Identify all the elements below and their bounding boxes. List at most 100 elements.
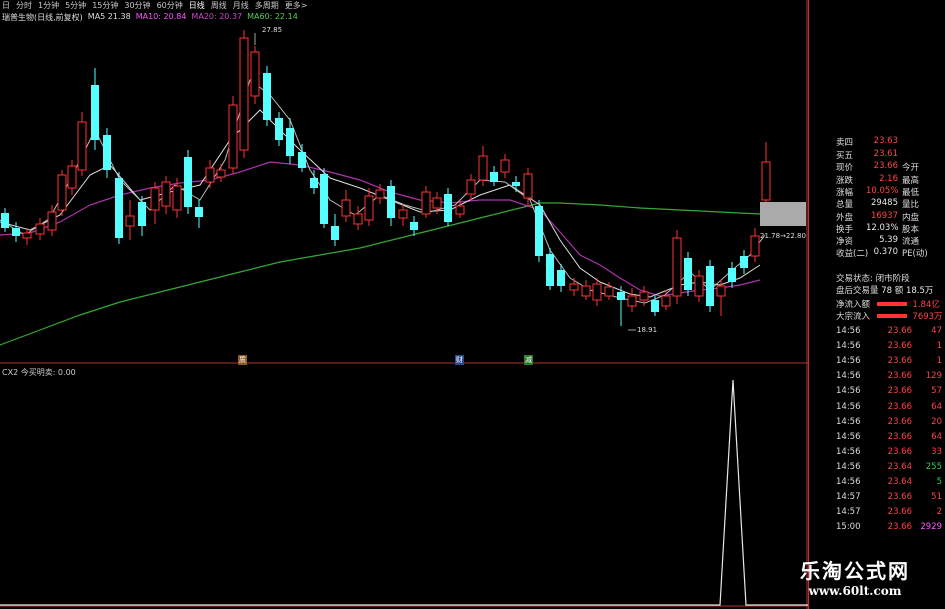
candle[interactable] bbox=[57, 174, 67, 211]
candle[interactable] bbox=[512, 182, 520, 186]
event-mark-finance[interactable]: 财 bbox=[455, 355, 464, 365]
period-tab-5[interactable]: 30分钟 bbox=[124, 0, 150, 11]
candles bbox=[1, 30, 771, 326]
tick-row: 14:56 23.66 1 bbox=[836, 341, 945, 354]
period-tab-2[interactable]: 1分钟 bbox=[38, 0, 59, 11]
candle[interactable] bbox=[444, 194, 452, 222]
ma20-value: MA20: 20.37 bbox=[191, 12, 243, 21]
candle[interactable] bbox=[557, 270, 565, 286]
candle[interactable] bbox=[205, 167, 215, 183]
tick-row: 14:57 23.66 51 bbox=[836, 492, 945, 505]
quote-label-2: 量比 bbox=[902, 200, 920, 211]
period-tab-10[interactable]: 多周期 bbox=[255, 0, 279, 11]
candle[interactable] bbox=[684, 258, 692, 290]
candle[interactable] bbox=[250, 51, 260, 97]
event-mark-reduce[interactable]: 减 bbox=[524, 355, 533, 365]
candle[interactable] bbox=[592, 283, 602, 301]
watermark-url: www.60lt.com bbox=[808, 584, 902, 598]
candle[interactable] bbox=[331, 226, 339, 240]
candle[interactable] bbox=[125, 215, 135, 227]
candle[interactable] bbox=[581, 285, 591, 297]
candle[interactable] bbox=[320, 174, 328, 224]
quote-label-2: 股本 bbox=[902, 224, 920, 235]
candle[interactable] bbox=[672, 237, 682, 297]
tick-price: 23.66 bbox=[887, 416, 912, 427]
period-tab-7[interactable]: 日线 bbox=[189, 0, 205, 11]
period-tab-1[interactable]: 分时 bbox=[16, 0, 32, 11]
candle[interactable] bbox=[740, 256, 748, 268]
quote-value: 5.39 bbox=[879, 235, 898, 246]
candle[interactable] bbox=[535, 206, 543, 256]
candle[interactable] bbox=[91, 85, 99, 140]
candle[interactable] bbox=[77, 121, 87, 171]
candle[interactable] bbox=[617, 292, 625, 300]
quote-label: 现价 bbox=[836, 163, 854, 174]
candle[interactable] bbox=[263, 73, 271, 120]
info-bar: 瑞普生物(日线,前复权) MA5 21.38 MA10: 20.84 MA20:… bbox=[2, 12, 298, 22]
candle[interactable] bbox=[716, 285, 726, 297]
candle[interactable] bbox=[67, 165, 77, 189]
candle[interactable] bbox=[1, 213, 9, 228]
candle[interactable] bbox=[161, 181, 171, 207]
candle[interactable] bbox=[195, 207, 203, 217]
candle[interactable] bbox=[750, 235, 760, 257]
candle[interactable] bbox=[651, 300, 659, 312]
candle[interactable] bbox=[478, 155, 488, 181]
period-tab-3[interactable]: 5分钟 bbox=[65, 0, 86, 11]
event-mark-pledge[interactable]: 质 bbox=[238, 355, 247, 365]
candle[interactable] bbox=[387, 186, 395, 218]
period-tab-0[interactable]: 日 bbox=[2, 0, 10, 11]
candle[interactable] bbox=[694, 275, 704, 297]
candle[interactable] bbox=[706, 266, 714, 306]
candle[interactable] bbox=[761, 161, 771, 201]
period-tab-6[interactable]: 60分钟 bbox=[157, 0, 183, 11]
period-tab-9[interactable]: 月线 bbox=[233, 0, 249, 11]
period-tab-4[interactable]: 15分钟 bbox=[92, 0, 118, 11]
candle[interactable] bbox=[728, 268, 736, 282]
candle[interactable] bbox=[115, 178, 123, 238]
candle[interactable] bbox=[103, 135, 111, 170]
candle[interactable] bbox=[275, 118, 283, 140]
candle[interactable] bbox=[455, 205, 465, 215]
candle[interactable] bbox=[228, 104, 238, 169]
ma10-value: MA10: 20.84 bbox=[135, 12, 187, 21]
kline-chart-area[interactable]: 24.0023.5023.0022.5022.0021.5021.0020.50… bbox=[0, 0, 808, 609]
candle[interactable] bbox=[184, 157, 192, 207]
candle[interactable] bbox=[353, 213, 363, 225]
candle[interactable] bbox=[341, 199, 351, 217]
period-tab-11[interactable]: 更多> bbox=[285, 0, 308, 11]
candle[interactable] bbox=[432, 197, 442, 209]
candle[interactable] bbox=[138, 202, 146, 226]
candle[interactable] bbox=[569, 283, 579, 291]
candle[interactable] bbox=[298, 152, 306, 168]
candle[interactable] bbox=[239, 37, 249, 151]
candle[interactable] bbox=[216, 169, 226, 178]
candle[interactable] bbox=[639, 291, 649, 301]
candle[interactable] bbox=[398, 209, 408, 219]
period-tab-8[interactable]: 周线 bbox=[211, 0, 227, 11]
candle[interactable] bbox=[375, 189, 385, 199]
candle[interactable] bbox=[12, 228, 20, 236]
candle[interactable] bbox=[364, 195, 374, 221]
candle[interactable] bbox=[661, 295, 671, 307]
tick-row: 14:56 23.66 20 bbox=[836, 417, 945, 430]
candle[interactable] bbox=[410, 222, 418, 230]
candle[interactable] bbox=[172, 185, 182, 211]
candle[interactable] bbox=[546, 254, 554, 286]
candle[interactable] bbox=[604, 286, 614, 297]
candle[interactable] bbox=[490, 172, 498, 182]
candle[interactable] bbox=[150, 187, 160, 211]
quote-value: 0.370 bbox=[873, 247, 898, 258]
candle[interactable] bbox=[286, 128, 294, 156]
candle[interactable] bbox=[466, 179, 476, 195]
candle[interactable] bbox=[47, 211, 57, 231]
quote-row-partial: 卖四 23.63 bbox=[836, 136, 945, 148]
candle[interactable] bbox=[35, 223, 45, 235]
candle[interactable] bbox=[421, 191, 431, 215]
candle[interactable] bbox=[310, 178, 318, 188]
candle[interactable] bbox=[22, 232, 32, 239]
candle[interactable] bbox=[627, 295, 637, 307]
candle[interactable] bbox=[500, 159, 510, 173]
candle[interactable] bbox=[523, 173, 533, 199]
period-toolbar: 日分时 1分钟 5分钟 15分钟 30分钟 60分钟 日线 周线 月线 多周期 更多> bbox=[0, 0, 810, 10]
